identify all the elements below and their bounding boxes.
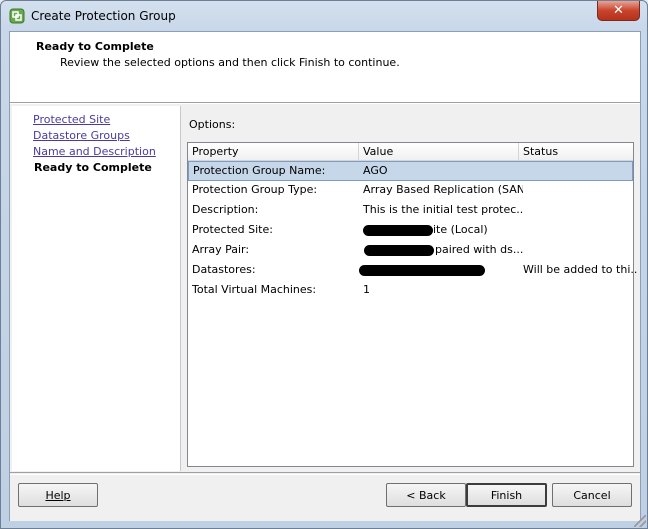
page-title: Ready to Complete xyxy=(36,40,154,53)
row-value: This is the initial test protec... xyxy=(363,203,523,216)
column-header-status[interactable]: Status xyxy=(519,143,633,160)
row-property: Array Pair: xyxy=(192,243,250,256)
window-title: Create Protection Group xyxy=(31,9,176,23)
row-status: Will be added to thi... xyxy=(523,263,637,276)
dialog-window: Create Protection Group ✕ Ready to Compl… xyxy=(0,0,648,529)
row-property: Datastores: xyxy=(192,263,256,276)
table-row[interactable]: Total Virtual Machines: 1 xyxy=(188,280,633,300)
table-row[interactable]: Protection Group Type: Array Based Repli… xyxy=(188,180,633,200)
row-property: Description: xyxy=(192,203,259,216)
wizard-steps: Protected Site Datastore Groups Name and… xyxy=(12,106,181,471)
step-ready-to-complete: Ready to Complete xyxy=(34,161,152,174)
footer-divider xyxy=(10,474,640,475)
table-row[interactable]: Protected Site: ite (Local) xyxy=(188,220,633,240)
header-divider xyxy=(10,103,640,104)
row-property: Protection Group Name: xyxy=(193,164,326,177)
table-row[interactable]: Description: This is the initial test pr… xyxy=(188,200,633,220)
cancel-button[interactable]: Cancel xyxy=(552,483,632,507)
dialog-body: Ready to Complete Review the selected op… xyxy=(9,31,641,521)
help-button-label: Help xyxy=(45,488,71,502)
finish-button[interactable]: Finish xyxy=(466,483,547,507)
cancel-button-label: Cancel xyxy=(573,488,611,502)
table-row[interactable]: Array Pair: paired with ds... xyxy=(188,240,633,260)
row-value: 1 xyxy=(363,283,370,296)
close-icon: ✕ xyxy=(613,3,624,18)
wizard-header: Ready to Complete Review the selected op… xyxy=(10,32,640,103)
row-property: Protection Group Type: xyxy=(192,183,318,196)
row-value: paired with ds... xyxy=(435,243,523,256)
step-name-and-description[interactable]: Name and Description xyxy=(33,145,156,158)
resize-grip-icon[interactable] xyxy=(634,515,646,527)
redaction-mark xyxy=(364,245,434,256)
row-value: Array Based Replication (SAN) xyxy=(363,183,523,196)
options-panel: Options: Property Value Status Protectio… xyxy=(181,106,640,471)
row-property: Protected Site: xyxy=(192,223,273,236)
redaction-mark xyxy=(363,225,433,236)
column-header-property[interactable]: Property xyxy=(188,143,359,160)
back-button-label: < Back xyxy=(406,488,446,502)
page-subtitle: Review the selected options and then cli… xyxy=(60,56,400,69)
step-datastore-groups[interactable]: Datastore Groups xyxy=(33,129,130,142)
help-button[interactable]: Help xyxy=(18,483,98,507)
table-row[interactable]: Protection Group Name: AGO xyxy=(188,161,633,181)
table-row[interactable]: Datastores: Will be added to thi... xyxy=(188,260,637,280)
title-bar[interactable]: Create Protection Group ✕ xyxy=(1,1,647,31)
row-value: AGO xyxy=(363,164,388,177)
finish-button-label: Finish xyxy=(490,488,523,502)
options-table[interactable]: Property Value Status Protection Group N… xyxy=(187,142,637,467)
close-button[interactable]: ✕ xyxy=(597,1,640,21)
button-bar: Help < Back Finish Cancel xyxy=(10,472,640,521)
redaction-mark xyxy=(359,265,485,276)
back-button[interactable]: < Back xyxy=(386,483,466,507)
column-header-value[interactable]: Value xyxy=(359,143,519,160)
step-protected-site[interactable]: Protected Site xyxy=(33,113,110,126)
table-header: Property Value Status xyxy=(188,143,633,161)
options-label: Options: xyxy=(189,118,236,131)
protection-group-icon xyxy=(9,8,25,24)
row-value: ite (Local) xyxy=(433,223,488,236)
row-property: Total Virtual Machines: xyxy=(192,283,317,296)
